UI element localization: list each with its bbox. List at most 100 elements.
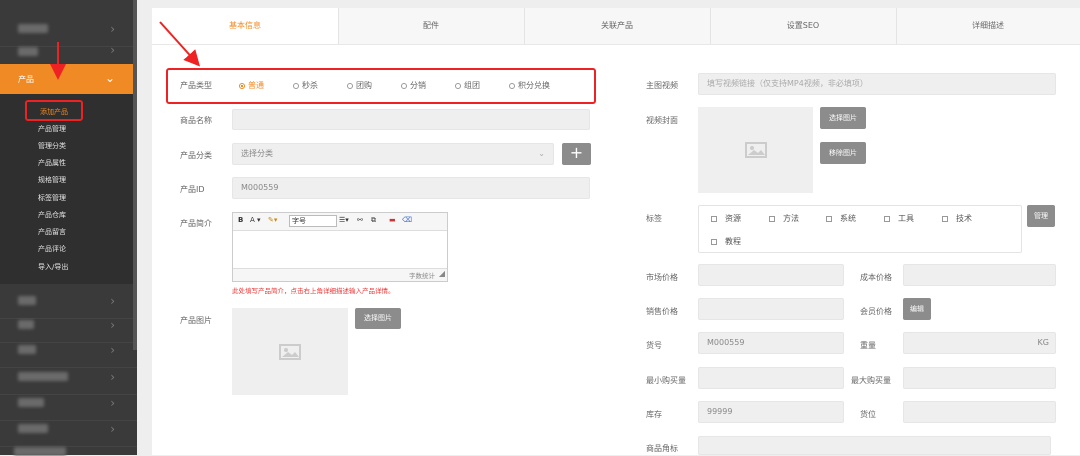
submenu-specs[interactable]: 规格管理: [38, 175, 66, 185]
corner-label: 商品角标: [646, 444, 678, 453]
tab-seo[interactable]: 设置SEO: [710, 8, 897, 44]
video-label: 主图视频: [646, 81, 678, 90]
manage-tags-button[interactable]: 管理: [1027, 205, 1055, 227]
tag-checkbox-tutorial[interactable]: 教程: [711, 236, 741, 247]
weight-input[interactable]: KG: [903, 332, 1056, 354]
stock-label: 库存: [646, 410, 662, 419]
chevron-right-icon: ›: [110, 294, 115, 308]
chevron-right-icon: ›: [110, 396, 115, 410]
highlight-box: [166, 68, 596, 104]
font-size-select[interactable]: 字号: [289, 215, 337, 227]
category-label: 产品分类: [180, 151, 212, 160]
stock-input[interactable]: 99999: [698, 401, 844, 423]
remove-cover-button[interactable]: 移除图片: [820, 142, 866, 164]
chevron-right-icon: ›: [110, 370, 115, 384]
bold-icon[interactable]: B: [238, 216, 243, 224]
id-label: 产品ID: [180, 185, 205, 194]
submenu-attributes[interactable]: 产品属性: [38, 158, 66, 168]
max-buy-label: 最大购买量: [851, 376, 891, 385]
sku-label: 货号: [646, 341, 662, 350]
chevron-right-icon: ›: [110, 22, 115, 36]
sidebar-submenu: 添加产品 产品管理 管理分类 产品属性 规格管理 标签管理 产品仓库 产品留言 …: [0, 94, 137, 284]
editor-toolbar: B A ▾ ✎▾ 字号 ☰▾ ⚯ ⧉ ▬ ⌫: [233, 213, 447, 231]
image-label: 产品图片: [180, 316, 212, 325]
tab-related[interactable]: 关联产品: [524, 8, 711, 44]
select-image-button[interactable]: 选择图片: [355, 308, 401, 329]
submenu-product-manage[interactable]: 产品管理: [38, 124, 66, 134]
product-image-placeholder: [232, 308, 348, 395]
cover-label: 视频封面: [646, 116, 678, 125]
product-name-input[interactable]: [232, 109, 590, 130]
tab-basic-info[interactable]: 基本信息: [152, 8, 339, 44]
rich-text-editor[interactable]: B A ▾ ✎▾ 字号 ☰▾ ⚯ ⧉ ▬ ⌫ 字数统计 ◢: [232, 212, 448, 282]
min-buy-input[interactable]: [698, 367, 844, 389]
unlink-icon[interactable]: ⧉: [371, 216, 376, 225]
weight-unit: KG: [1037, 338, 1049, 347]
sidebar-item-blurred[interactable]: ›: [0, 38, 137, 65]
submenu-category[interactable]: 管理分类: [38, 141, 66, 151]
submenu-messages[interactable]: 产品留言: [38, 227, 66, 237]
font-color-icon[interactable]: A ▾: [250, 216, 261, 224]
chevron-right-icon: ›: [110, 318, 115, 332]
chevron-down-icon: ⌄: [104, 71, 115, 85]
main-panel: 基本信息 配件 关联产品 设置SEO 详细描述 产品类型 普通 秒杀 团购 分销…: [152, 8, 1080, 455]
sale-price-input[interactable]: [698, 298, 844, 320]
tags-label: 标签: [646, 214, 662, 223]
tab-bar: 基本信息 配件 关联产品 设置SEO 详细描述: [152, 8, 1080, 45]
image-insert-icon[interactable]: ▬: [389, 216, 396, 224]
word-count: 字数统计: [409, 272, 435, 280]
intro-label: 产品简介: [180, 219, 212, 228]
eraser-icon[interactable]: ⌫: [402, 216, 412, 224]
submenu-tags[interactable]: 标签管理: [38, 193, 66, 203]
chevron-right-icon: ›: [110, 343, 115, 357]
tab-description[interactable]: 详细描述: [896, 8, 1080, 44]
resize-icon[interactable]: ◢: [439, 269, 445, 278]
submenu-warehouse[interactable]: 产品仓库: [38, 210, 66, 220]
tag-checkbox-tech[interactable]: 技术: [942, 213, 972, 224]
select-cover-button[interactable]: 选择图片: [820, 107, 866, 129]
image-icon: [744, 142, 767, 158]
sidebar: › › 产品 ⌄ 添加产品 产品管理 管理分类 产品属性 规格管理 标签管理 产…: [0, 0, 137, 456]
weight-label: 重量: [860, 341, 876, 350]
tags-box: 资源 方法 系统 工具 技术 教程: [698, 205, 1022, 253]
highlight-icon[interactable]: ✎▾: [268, 216, 277, 224]
chevron-right-icon: ›: [110, 43, 115, 57]
location-input[interactable]: [903, 401, 1056, 423]
sidebar-scrollbar[interactable]: [133, 0, 137, 350]
max-buy-input[interactable]: [903, 367, 1056, 389]
chevron-right-icon: ›: [110, 422, 115, 436]
member-price-label: 会员价格: [860, 307, 892, 316]
video-url-input[interactable]: 填写视频链接（仅支持MP4视频，非必填项）: [698, 73, 1056, 95]
plus-icon: +: [569, 143, 584, 162]
link-icon[interactable]: ⚯: [357, 216, 363, 224]
cost-price-label: 成本价格: [860, 273, 892, 282]
market-price-input[interactable]: [698, 264, 844, 286]
cost-price-input[interactable]: [903, 264, 1056, 286]
highlight-box: [25, 100, 83, 121]
tag-checkbox-method[interactable]: 方法: [769, 213, 799, 224]
sidebar-item-blurred[interactable]: ›: [0, 412, 137, 447]
intro-hint: 此处填写产品简介，点击右上角详细描述输入产品详情。: [232, 287, 395, 295]
submenu-import-export[interactable]: 导入/导出: [38, 262, 68, 272]
product-id-input[interactable]: M000559: [232, 177, 590, 199]
list-icon[interactable]: ☰▾: [339, 216, 349, 224]
image-icon: [279, 343, 301, 360]
tag-checkbox-system[interactable]: 系统: [826, 213, 856, 224]
corner-input[interactable]: [698, 436, 1051, 455]
video-cover-placeholder: [698, 107, 813, 193]
sale-price-label: 销售价格: [646, 307, 678, 316]
min-buy-label: 最小购买量: [646, 376, 686, 385]
tab-accessories[interactable]: 配件: [338, 8, 525, 44]
location-label: 货位: [860, 410, 876, 419]
sidebar-item-label: 产品: [18, 75, 34, 84]
edit-member-price-button[interactable]: 编辑: [903, 298, 931, 320]
tag-checkbox-tool[interactable]: 工具: [884, 213, 914, 224]
sku-input[interactable]: M000559: [698, 332, 844, 354]
add-category-button[interactable]: +: [562, 143, 591, 165]
tag-checkbox-resource[interactable]: 资源: [711, 213, 741, 224]
sidebar-item-products[interactable]: 产品 ⌄: [0, 64, 137, 94]
editor-footer: 字数统计 ◢: [233, 268, 447, 281]
category-select[interactable]: 选择分类 ⌄: [232, 143, 554, 165]
name-label: 商品名称: [180, 116, 212, 125]
submenu-reviews[interactable]: 产品评论: [38, 244, 66, 254]
